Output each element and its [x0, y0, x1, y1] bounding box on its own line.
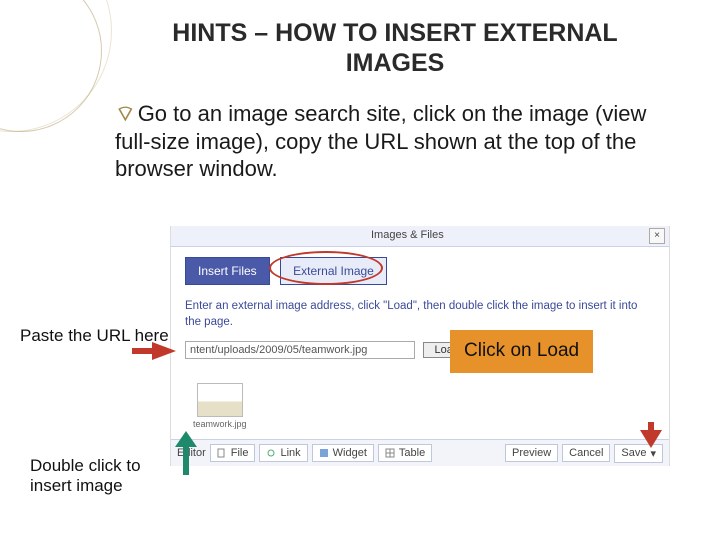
tab-bar: Insert Files External Image [171, 247, 669, 285]
toolbar-label: Editor [177, 447, 206, 459]
thumbnail[interactable]: teamwork.jpg [193, 383, 247, 429]
table-icon [385, 448, 395, 458]
arrow-right-icon [152, 342, 176, 360]
editor-toolbar: Editor File Link Widget Table Preview Ca… [171, 439, 669, 466]
dialog-title: Images & Files [371, 229, 444, 241]
arrow-up-icon [183, 445, 189, 475]
bullet-icon: ⌔ [115, 101, 136, 126]
dialog-header: Images & Files × [171, 226, 669, 247]
table-button[interactable]: Table [378, 444, 432, 462]
link-button[interactable]: Link [259, 444, 307, 462]
arrow-down-icon [640, 430, 662, 448]
tab-external-image[interactable]: External Image [280, 257, 387, 285]
thumbnail-caption: teamwork.jpg [193, 419, 247, 429]
callout-load: Click on Load [450, 330, 593, 373]
body-text: ⌔Go to an image search site, click on th… [115, 100, 650, 183]
decorative-circle [0, 0, 102, 132]
file-button[interactable]: File [210, 444, 256, 462]
widget-icon [319, 448, 329, 458]
bullet-text: Go to an image search site, click on the… [115, 101, 646, 181]
thumbnail-image [197, 383, 243, 417]
widget-button[interactable]: Widget [312, 444, 374, 462]
file-icon [217, 448, 227, 458]
url-input[interactable] [185, 341, 415, 359]
callout-double-click: Double click to insert image [30, 456, 170, 497]
highlight-ellipse [269, 251, 383, 285]
link-icon [266, 448, 276, 458]
slide: HINTS – HOW TO INSERT EXTERNAL IMAGES ⌔G… [0, 0, 720, 540]
dialog-screenshot: Images & Files × Insert Files External I… [170, 226, 670, 466]
tab-insert-files[interactable]: Insert Files [185, 257, 270, 285]
preview-button[interactable]: Preview [505, 444, 558, 462]
close-icon[interactable]: × [649, 228, 665, 244]
slide-title: HINTS – HOW TO INSERT EXTERNAL IMAGES [130, 18, 660, 78]
cancel-button[interactable]: Cancel [562, 444, 610, 462]
callout-paste: Paste the URL here [20, 326, 169, 346]
dialog-description: Enter an external image address, click "… [171, 285, 669, 336]
